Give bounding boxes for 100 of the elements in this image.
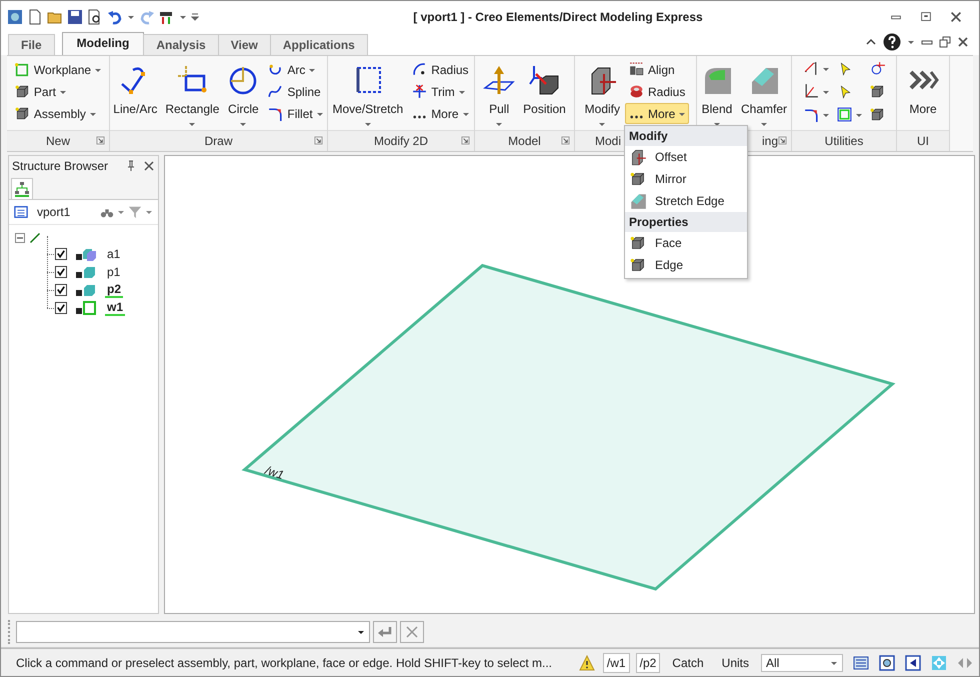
tree-item[interactable]: p2 bbox=[105, 282, 124, 298]
ribbon-button[interactable]: More bbox=[904, 59, 942, 129]
panel-title: Structure Browser bbox=[12, 159, 110, 173]
menu-item[interactable]: Edge bbox=[625, 254, 747, 276]
caret-icon[interactable] bbox=[145, 208, 153, 216]
caret-icon[interactable] bbox=[117, 208, 125, 216]
square-icon bbox=[836, 106, 852, 123]
curve-icon bbox=[267, 83, 284, 100]
zoom-fit-icon[interactable] bbox=[879, 654, 895, 670]
ribbon-button[interactable]: Part bbox=[10, 81, 106, 102]
tree-item[interactable]: a1 bbox=[105, 247, 122, 261]
ribbon-button[interactable]: Radius bbox=[408, 59, 473, 80]
menu-item[interactable]: Offset bbox=[625, 146, 747, 168]
tree-view-tab[interactable] bbox=[11, 178, 33, 199]
ribbon-button[interactable]: More bbox=[408, 103, 473, 124]
hierarchy-icon bbox=[14, 181, 30, 197]
ribbon-button[interactable]: Assembly bbox=[10, 103, 106, 124]
tree-item[interactable]: w1 bbox=[105, 300, 126, 316]
checkbox[interactable] bbox=[55, 302, 67, 314]
caret-icon[interactable] bbox=[907, 38, 915, 46]
cancel-button[interactable] bbox=[400, 621, 424, 643]
close-icon[interactable] bbox=[957, 36, 969, 48]
cube-icon bbox=[629, 256, 647, 274]
ribbon-button[interactable]: Modify bbox=[582, 59, 623, 129]
plane-icon bbox=[14, 61, 31, 78]
group-label: Modify 2D bbox=[374, 134, 428, 148]
window-icon[interactable] bbox=[853, 654, 869, 670]
customize-icon[interactable] bbox=[191, 13, 199, 21]
ribbon-button[interactable]: Align bbox=[625, 59, 690, 80]
ribbon-button[interactable]: Radius bbox=[625, 81, 690, 102]
menu-header: Properties bbox=[625, 212, 747, 232]
block-icon bbox=[629, 148, 647, 166]
cylinder-icon bbox=[628, 83, 645, 100]
ribbon-button[interactable]: Chamfer bbox=[738, 59, 790, 129]
caret-icon[interactable] bbox=[179, 13, 187, 21]
part-icon bbox=[75, 282, 97, 298]
cube-icon bbox=[14, 105, 31, 122]
ribbon-button[interactable]: Move/Stretch bbox=[329, 59, 406, 129]
ribbon-tab[interactable]: Modeling bbox=[62, 32, 144, 55]
checkbox[interactable] bbox=[55, 284, 67, 296]
menu-item[interactable]: Stretch Edge bbox=[625, 190, 747, 212]
dots-icon bbox=[411, 114, 428, 120]
ribbon-tab[interactable]: File bbox=[8, 34, 55, 55]
ribbon-button[interactable]: Circle bbox=[224, 59, 262, 129]
pin-icon[interactable] bbox=[125, 160, 137, 172]
checkbox[interactable] bbox=[55, 248, 67, 260]
app-icon[interactable] bbox=[7, 9, 23, 25]
close-icon[interactable] bbox=[949, 10, 963, 24]
filter-select[interactable]: All bbox=[761, 654, 843, 672]
save-icon[interactable] bbox=[67, 9, 83, 25]
ribbon-button[interactable]: Spline bbox=[264, 81, 327, 102]
cube-icon bbox=[14, 83, 31, 100]
menu-item[interactable]: Mirror bbox=[625, 168, 747, 190]
dialog-launcher-icon[interactable] bbox=[561, 136, 570, 145]
maximize-icon[interactable] bbox=[919, 10, 933, 24]
menu-item[interactable]: Face bbox=[625, 232, 747, 254]
tools-icon[interactable] bbox=[159, 9, 175, 25]
cube-icon bbox=[629, 234, 647, 252]
ribbon-button[interactable]: More bbox=[625, 103, 690, 124]
tree-item[interactable]: p1 bbox=[105, 265, 122, 279]
undo-icon[interactable] bbox=[107, 9, 123, 25]
workplane-icon bbox=[75, 300, 97, 316]
caret-icon[interactable] bbox=[127, 13, 135, 21]
ribbon-button[interactable]: Workplane bbox=[10, 59, 106, 80]
ribbon-tab[interactable]: Analysis bbox=[143, 34, 219, 55]
status-message: Click a command or preselect assembly, part, workplane, face or edge. Hold SHIFT-key to select m... bbox=[16, 656, 553, 670]
current-workplane[interactable]: /w1 bbox=[602, 652, 630, 672]
ribbon-button[interactable]: Arc bbox=[264, 59, 327, 80]
ribbon-button[interactable]: Rectangle bbox=[162, 59, 222, 129]
ribbon-button[interactable]: Position bbox=[520, 59, 569, 129]
new-file-icon[interactable] bbox=[27, 9, 43, 25]
restore-icon[interactable] bbox=[939, 36, 951, 48]
current-part[interactable]: /p2 bbox=[636, 652, 660, 672]
ribbon-button[interactable]: Pull bbox=[480, 59, 518, 129]
dialog-launcher-icon[interactable] bbox=[96, 136, 105, 145]
group-label: Modi bbox=[595, 134, 622, 148]
cross-icon bbox=[404, 624, 420, 640]
ribbon-button[interactable]: Line/Arc bbox=[110, 59, 160, 129]
enter-button[interactable] bbox=[373, 621, 397, 643]
assembly-icon bbox=[75, 246, 97, 262]
dialog-launcher-icon[interactable] bbox=[461, 136, 470, 145]
close-icon[interactable] bbox=[143, 160, 155, 172]
catch-label[interactable]: Catch bbox=[666, 656, 710, 670]
command-input-field[interactable] bbox=[16, 621, 370, 643]
dialog-launcher-icon[interactable] bbox=[314, 136, 323, 145]
ribbon-button[interactable]: Trim bbox=[408, 81, 473, 102]
back-icon[interactable] bbox=[905, 654, 921, 670]
trim-icon bbox=[411, 83, 428, 100]
warning-icon[interactable] bbox=[578, 654, 595, 670]
caret-icon bbox=[357, 628, 365, 636]
ribbon-tab[interactable]: View bbox=[218, 34, 271, 55]
ribbon-button[interactable]: Fillet bbox=[264, 103, 327, 124]
help-icon[interactable] bbox=[883, 33, 901, 51]
ribbon-tab[interactable]: Applications bbox=[270, 34, 368, 55]
units-label[interactable]: Units bbox=[716, 656, 755, 670]
part-icon bbox=[75, 264, 97, 280]
checkbox[interactable] bbox=[55, 266, 67, 278]
dialog-launcher-icon[interactable] bbox=[778, 136, 787, 145]
enter-icon bbox=[377, 624, 393, 640]
collapse-icon[interactable] bbox=[15, 233, 25, 243]
